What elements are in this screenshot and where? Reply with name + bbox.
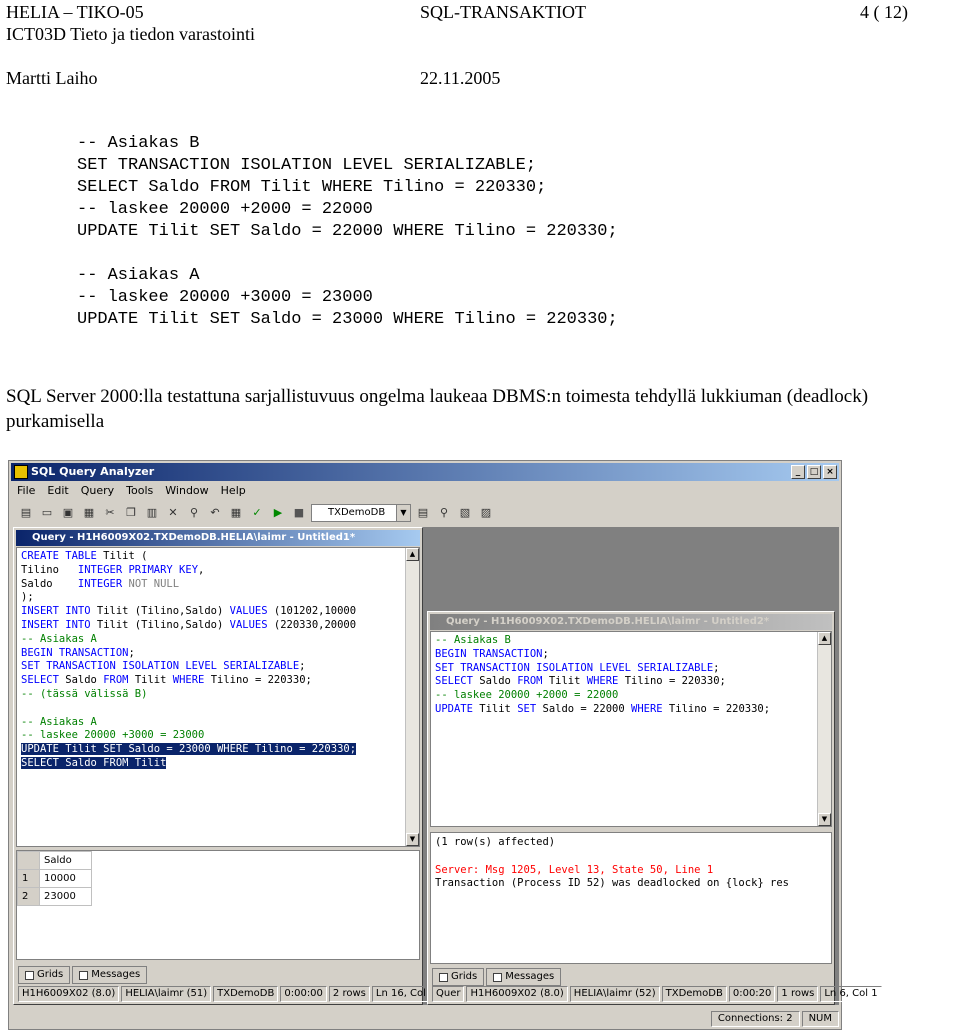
status-time: 0:00:00 bbox=[280, 986, 327, 1002]
clear-icon[interactable]: ✕ bbox=[164, 504, 182, 522]
status-position: Ln 6, Col 1 bbox=[820, 986, 882, 1002]
database-select[interactable]: TXDemoDB ▼ bbox=[311, 504, 411, 522]
execute-icon[interactable]: ▶ bbox=[269, 504, 287, 522]
tab-grids[interactable]: Grids bbox=[18, 966, 71, 984]
code-block-asiakas-b: -- Asiakas B SET TRANSACTION ISOLATION L… bbox=[77, 134, 618, 241]
minimize-button[interactable]: _ bbox=[791, 465, 805, 479]
query-analyzer-screenshot: SQL Query Analyzer _ □ × File Edit Query… bbox=[8, 460, 882, 1030]
code-block-asiakas-a: -- Asiakas A -- laskee 20000 +3000 = 230… bbox=[77, 266, 618, 329]
header-date: 22.11.2005 bbox=[420, 68, 501, 88]
message-error: Server: Msg 1205, Level 13, State 50, Li… bbox=[435, 863, 714, 876]
row-number: 1 bbox=[17, 869, 40, 888]
grid-icon bbox=[25, 970, 34, 980]
header-topic: SQL-TRANSAKTIOT bbox=[420, 2, 586, 22]
scroll-up-icon[interactable]: ▲ bbox=[406, 548, 419, 561]
body-paragraph: SQL Server 2000:lla testattuna sarjallis… bbox=[6, 386, 869, 432]
row-number: 2 bbox=[17, 887, 40, 906]
table-row[interactable]: 1 10000 bbox=[17, 869, 92, 888]
status-connections: Connections: 2 bbox=[710, 1011, 800, 1027]
insert-template-icon[interactable]: ▦ bbox=[80, 504, 98, 522]
messages-pane-2[interactable]: (1 row(s) affected) Server: Msg 1205, Le… bbox=[430, 832, 832, 964]
cell-saldo[interactable]: 10000 bbox=[39, 869, 92, 888]
scroll-up-icon[interactable]: ▲ bbox=[818, 632, 831, 645]
status-server: H1H6009X02 (8.0) bbox=[18, 986, 120, 1002]
cancel-query-icon[interactable]: ■ bbox=[290, 504, 308, 522]
result-tabs-1: Grids Messages bbox=[18, 966, 148, 984]
query-editor-1[interactable]: CREATE TABLE Tilit ( Tilino INTEGER PRIM… bbox=[16, 547, 420, 847]
new-query-icon[interactable]: ▤ bbox=[17, 504, 35, 522]
query-window-2[interactable]: Query - H1H6009X02.TXDemoDB.HELIA\laimr … bbox=[427, 611, 882, 1005]
scroll-down-icon[interactable]: ▼ bbox=[818, 813, 831, 826]
undo-icon[interactable]: ↶ bbox=[206, 504, 224, 522]
status-rows: 2 rows bbox=[328, 986, 370, 1002]
paste-icon[interactable]: ▥ bbox=[143, 504, 161, 522]
chevron-down-icon[interactable]: ▼ bbox=[396, 505, 410, 521]
tab-messages[interactable]: Messages bbox=[72, 966, 148, 984]
find-icon[interactable]: ⚲ bbox=[185, 504, 203, 522]
cell-saldo[interactable]: 23000 bbox=[39, 887, 92, 906]
database-value: TXDemoDB bbox=[328, 507, 386, 518]
object-browser-icon[interactable]: ▤ bbox=[414, 504, 432, 522]
results-mode-icon[interactable]: ▦ bbox=[227, 504, 245, 522]
cut-icon[interactable]: ✂ bbox=[101, 504, 119, 522]
tab-messages[interactable]: Messages bbox=[486, 968, 562, 986]
header-page-number: 4 ( 12) bbox=[860, 2, 908, 22]
object-search-icon[interactable]: ⚲ bbox=[435, 504, 453, 522]
query-window-1[interactable]: Query - H1H6009X02.TXDemoDB.HELIA\laimr … bbox=[13, 527, 446, 1005]
result-tabs-2: Grids Messages bbox=[432, 968, 562, 986]
copy-icon[interactable]: ❐ bbox=[122, 504, 140, 522]
app-titlebar: SQL Query Analyzer _ □ × bbox=[11, 463, 839, 481]
app-icon bbox=[14, 465, 28, 479]
editor-2-scrollbar[interactable]: ▲ ▼ bbox=[817, 632, 831, 826]
query-1-statusbar: H1H6009X02 (8.0) HELIA\laimr (51) TXDemo… bbox=[18, 986, 446, 1002]
menu-window[interactable]: Window bbox=[165, 482, 208, 500]
header-course: ICT03D Tieto ja tiedon varastointi bbox=[6, 24, 255, 44]
toolbar: ▤ ▭ ▣ ▦ ✂ ❐ ▥ ✕ ⚲ ↶ ▦ ✓ ▶ ■ TXDemoDB ▼ ▤… bbox=[11, 501, 839, 525]
menu-bar: File Edit Query Tools Window Help bbox=[11, 482, 839, 500]
execution-plan-icon[interactable]: ▧ bbox=[456, 504, 474, 522]
menu-edit[interactable]: Edit bbox=[47, 482, 68, 500]
header-org: HELIA – TIKO-05 bbox=[6, 2, 144, 22]
menu-help[interactable]: Help bbox=[221, 482, 246, 500]
status-user: HELIA\laimr (51) bbox=[121, 986, 212, 1002]
open-icon[interactable]: ▭ bbox=[38, 504, 56, 522]
properties-icon[interactable]: ▨ bbox=[477, 504, 495, 522]
close-button[interactable]: × bbox=[823, 465, 837, 479]
status-rows: 1 rows bbox=[777, 986, 819, 1002]
tab-grids[interactable]: Grids bbox=[432, 968, 485, 986]
menu-file[interactable]: File bbox=[17, 482, 35, 500]
grid-column-saldo[interactable]: Saldo bbox=[39, 851, 92, 870]
grid-icon bbox=[439, 972, 448, 982]
save-icon[interactable]: ▣ bbox=[59, 504, 77, 522]
status-database: TXDemoDB bbox=[213, 986, 279, 1002]
status-user: HELIA\laimr (52) bbox=[569, 986, 660, 1002]
status-query: Quer bbox=[432, 986, 465, 1002]
results-grid-1[interactable]: Saldo 1 10000 2 23000 bbox=[16, 850, 420, 960]
query-2-statusbar: Quer H1H6009X02 (8.0) HELIA\laimr (52) T… bbox=[432, 986, 882, 1002]
table-row[interactable]: 2 23000 bbox=[17, 887, 92, 906]
menu-query[interactable]: Query bbox=[81, 482, 114, 500]
grid-header-row: Saldo bbox=[17, 851, 92, 870]
grid-corner bbox=[17, 851, 40, 870]
status-time: 0:00:20 bbox=[728, 986, 776, 1002]
message-rows-affected: (1 row(s) affected) bbox=[435, 836, 556, 848]
query-window-1-title: Query - H1H6009X02.TXDemoDB.HELIA\laimr … bbox=[16, 530, 420, 546]
messages-icon bbox=[493, 972, 503, 982]
app-title: SQL Query Analyzer bbox=[31, 465, 155, 478]
scroll-down-icon[interactable]: ▼ bbox=[406, 833, 419, 846]
parse-icon[interactable]: ✓ bbox=[248, 504, 266, 522]
status-server: H1H6009X02 (8.0) bbox=[466, 986, 568, 1002]
editor-1-scrollbar[interactable]: ▲ ▼ bbox=[405, 548, 419, 846]
maximize-button[interactable]: □ bbox=[807, 465, 821, 479]
menu-tools[interactable]: Tools bbox=[126, 482, 153, 500]
messages-icon bbox=[79, 970, 89, 980]
message-deadlock: Transaction (Process ID 52) was deadlock… bbox=[435, 877, 790, 890]
query-window-2-title: Query - H1H6009X02.TXDemoDB.HELIA\laimr … bbox=[430, 614, 832, 630]
status-database: TXDemoDB bbox=[661, 986, 727, 1002]
query-editor-2[interactable]: -- Asiakas B BEGIN TRANSACTION; SET TRAN… bbox=[430, 631, 832, 827]
header-author: Martti Laiho bbox=[6, 68, 98, 88]
mdi-workspace: Query - H1H6009X02.TXDemoDB.HELIA\laimr … bbox=[13, 527, 882, 1005]
status-num-lock: NUM bbox=[801, 1011, 839, 1027]
app-statusbar: Connections: 2 NUM bbox=[11, 1009, 839, 1027]
